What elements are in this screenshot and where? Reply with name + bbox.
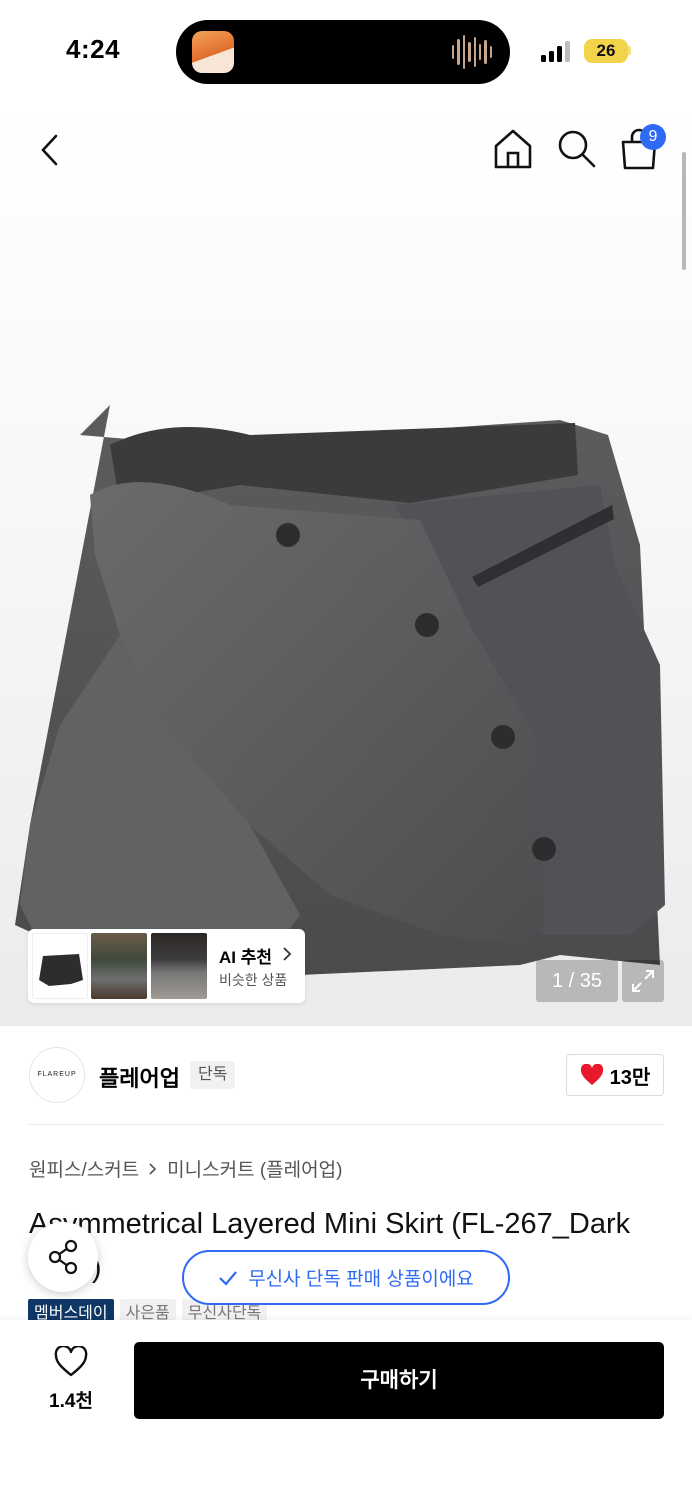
search-icon[interactable]: [554, 126, 600, 172]
status-bar: 4:24 26: [0, 0, 692, 100]
scrollbar[interactable]: [682, 152, 686, 270]
now-playing-avatar-icon: [192, 31, 234, 73]
check-icon: [219, 1270, 238, 1286]
image-page-indicator: 1 / 35: [536, 960, 618, 1002]
ai-recommend-title: AI 추천: [219, 948, 273, 967]
breadcrumb-category[interactable]: 원피스/스커트: [29, 1155, 139, 1182]
battery-tip: [628, 46, 631, 55]
chevron-right-icon: [149, 1162, 157, 1175]
back-arrow-icon[interactable]: [30, 128, 70, 172]
brand-logo[interactable]: FLAREUP: [29, 1047, 85, 1103]
product-photo: [15, 405, 665, 975]
product-detail-page: 4:24 26 AI 추천 비슷한 상품 1 / 35 9 FLAREUP 플레…: [0, 0, 692, 1500]
heart-filled-icon: [580, 1064, 603, 1085]
ai-recommend-card[interactable]: AI 추천 비슷한 상품: [28, 929, 305, 1003]
exclusive-sale-text: 무신사 단독 판매 상품이에요: [248, 1269, 474, 1290]
cart-button[interactable]: 9: [616, 124, 666, 172]
breadcrumb: 원피스/스커트 미니스커트 (플레어업): [29, 1155, 342, 1182]
audio-waveform-icon: [452, 34, 492, 70]
chevron-right-icon: [283, 947, 292, 961]
heart-outline-icon: [54, 1344, 88, 1377]
exclusive-sale-toast: 무신사 단독 판매 상품이에요: [182, 1250, 510, 1305]
similar-thumb-3[interactable]: [151, 933, 207, 999]
expand-icon: [632, 970, 654, 992]
similar-thumb-2[interactable]: [91, 933, 147, 999]
brand-like-count: 13만: [609, 1066, 651, 1089]
brand-name[interactable]: 플레어업: [99, 1061, 180, 1093]
dynamic-island[interactable]: [176, 20, 510, 84]
battery-icon: 26: [584, 39, 628, 63]
product-image-gallery[interactable]: AI 추천 비슷한 상품 1 / 35: [0, 100, 692, 1026]
cellular-signal-icon: [541, 41, 570, 62]
status-time: 4:24: [66, 34, 121, 64]
wishlist-count: 1.4천: [49, 1391, 93, 1412]
breadcrumb-subcategory[interactable]: 미니스커트 (플레어업): [167, 1155, 342, 1182]
divider: [28, 1124, 664, 1125]
wishlist-button[interactable]: 1.4천: [36, 1344, 106, 1414]
buy-button[interactable]: 구매하기: [134, 1342, 664, 1419]
brand-like-button[interactable]: 13만: [566, 1054, 664, 1096]
cart-count-badge: 9: [640, 124, 666, 150]
share-button[interactable]: [28, 1222, 98, 1292]
brand-exclusive-tag: 단독: [190, 1061, 236, 1089]
ai-recommend-subtitle: 비슷한 상품: [219, 972, 288, 988]
expand-image-button[interactable]: [622, 960, 664, 1002]
share-icon: [48, 1239, 78, 1275]
similar-thumb-1[interactable]: [32, 933, 88, 999]
home-icon[interactable]: [490, 126, 536, 172]
